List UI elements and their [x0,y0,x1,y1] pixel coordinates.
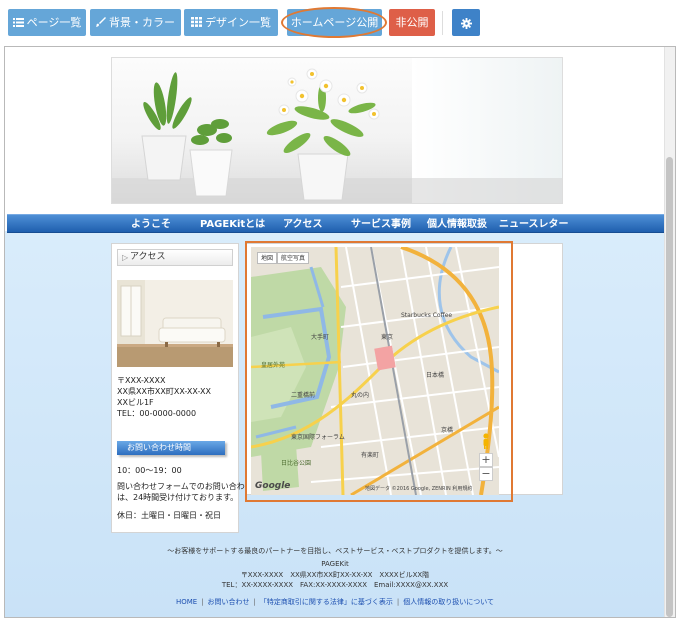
background-color-button[interactable]: 背景・カラー [90,9,181,36]
footer-links: HOME | お問い合わせ | 「特定商取引に関する法律」に基づく表示 | 個人情報の取り扱… [5,597,665,607]
room-photo [117,280,233,367]
contact-hours-heading: お問い合わせ時間 [117,441,225,455]
footer-address: 〒XXX-XXXX XX県XX市XX町XX-XX-XX XXXXビルXX階 [240,571,430,579]
phone-line: TEL：00-0000-0000 [117,409,197,418]
map-label-tokyo: 東京 [381,333,393,341]
google-logo: Google [255,481,291,491]
toolbar-divider [442,11,443,35]
footer-link-home[interactable]: HOME [176,598,197,606]
map-type-satellite-button[interactable]: 航空写真 [277,252,310,264]
page-list-button[interactable]: ページ一覧 [8,9,86,36]
holidays: 休日：土曜日・日曜日・祝日 [117,511,221,520]
address-line-2: XX県XX市XX町XX-XX-XX [117,387,211,396]
footer-separator: | [201,598,204,606]
grid-icon [191,10,202,37]
pegman-icon[interactable] [481,433,491,449]
footer-contacts: TEL：XX-XXXX-XXXX FAX:XX-XXXX-XXXX Email:… [221,581,449,589]
design-list-button[interactable]: デザイン一覧 [184,9,278,36]
zoom-in-button[interactable]: + [479,453,493,467]
unpublish-button[interactable]: 非公開 [389,9,435,36]
footer-tagline: 〜お客様をサポートする最良のパートナーを目指し、ベストサービス・ベストプロダクト… [167,547,503,555]
nav-item-welcome[interactable]: ようこそ [131,215,171,234]
form-note-line-1: 問い合わせフォームでのお問い合わせ [117,482,253,491]
map-label-marunouchi: 丸の内 [351,391,369,399]
address-line-3: XXビル1F [117,398,154,407]
list-icon [12,10,24,37]
page-list-label: ページ一覧 [26,16,82,29]
sidebar-heading-label: アクセス [130,252,166,262]
footer-separator: | [396,598,400,606]
footer-link-contact[interactable]: お問い合わせ [208,598,250,606]
brush-icon [96,10,106,37]
map-label-otemachi: 大手町 [311,333,329,341]
footer-link-privacy[interactable]: 個人情報の取り扱いについて [403,598,494,606]
background-color-label: 背景・カラー [109,16,175,29]
business-hours: 10：00〜19：00 [117,466,182,475]
map-label-kyobashi: 京橋 [441,426,453,434]
map-label-yurakucho: 有楽町 [361,451,379,459]
nav-item-about[interactable]: PAGEKitとは [200,215,265,234]
settings-button[interactable] [452,9,480,36]
chevron-right-icon: ▷ [122,253,129,262]
map-label-forum: 東京国際フォーラム [291,433,345,441]
site-nav: ようこそ PAGEKitとは アクセス サービス事例 個人情報取扱 ニュースレタ… [7,214,665,233]
sidebar-heading: ▷ アクセス [117,249,233,266]
preview-scrollbar-thumb[interactable] [666,157,673,617]
footer-separator: | [253,598,256,606]
zoom-out-button[interactable]: − [479,467,493,481]
google-map[interactable]: 日比谷公園 皇居外苑 有楽町 東京国際フォーラム 二重橋前 大手町 日本橋 京橋… [251,247,499,495]
map-label-kokyogaien: 皇居外苑 [261,361,285,369]
publish-homepage-button[interactable]: ホームページ公開 [287,9,382,36]
footer-link-commerce-law[interactable]: 「特定商取引に関する法律」に基づく表示 [260,598,393,606]
sidebar: ▷ アクセス 〒XXX-XXXX XX県XX市XX町XX-XX-XX XXビル1… [111,243,253,533]
nav-item-cases[interactable]: サービス事例 [351,215,411,234]
header-image [111,57,563,204]
footer-company: PAGEKit [321,560,349,568]
preview-scrollbar[interactable] [664,47,675,617]
form-note-line-2: は、24時間受け付けております。 [117,493,239,502]
map-type-map-button[interactable]: 地図 [257,252,278,264]
editor-toolbar: ページ一覧 背景・カラー デザイン一覧 ホームページ公開 非公開 [0,0,680,46]
map-attribution: 地図データ ©2016 Google, ZENRIN 利用規約 [365,486,473,492]
map-label-nijubashi: 二重橋前 [291,391,315,399]
map-label-nihonbashi: 日本橋 [426,371,444,379]
address-line-1: 〒XXX-XXXX [117,376,166,385]
map-label-hibiya: 日比谷公園 [281,459,311,467]
site-page: ようこそ PAGEKitとは アクセス サービス事例 個人情報取扱 ニュースレタ… [5,47,665,617]
design-list-label: デザイン一覧 [205,16,271,29]
nav-item-privacy[interactable]: 個人情報取扱 [427,215,487,234]
nav-item-access[interactable]: アクセス [283,215,323,234]
nav-item-newsletter[interactable]: ニュースレター [499,215,569,234]
map-label-starbucks: Starbucks Coffee [401,312,452,319]
gear-icon [460,16,472,29]
site-preview-frame: ようこそ PAGEKitとは アクセス サービス事例 個人情報取扱 ニュースレタ… [4,46,676,618]
